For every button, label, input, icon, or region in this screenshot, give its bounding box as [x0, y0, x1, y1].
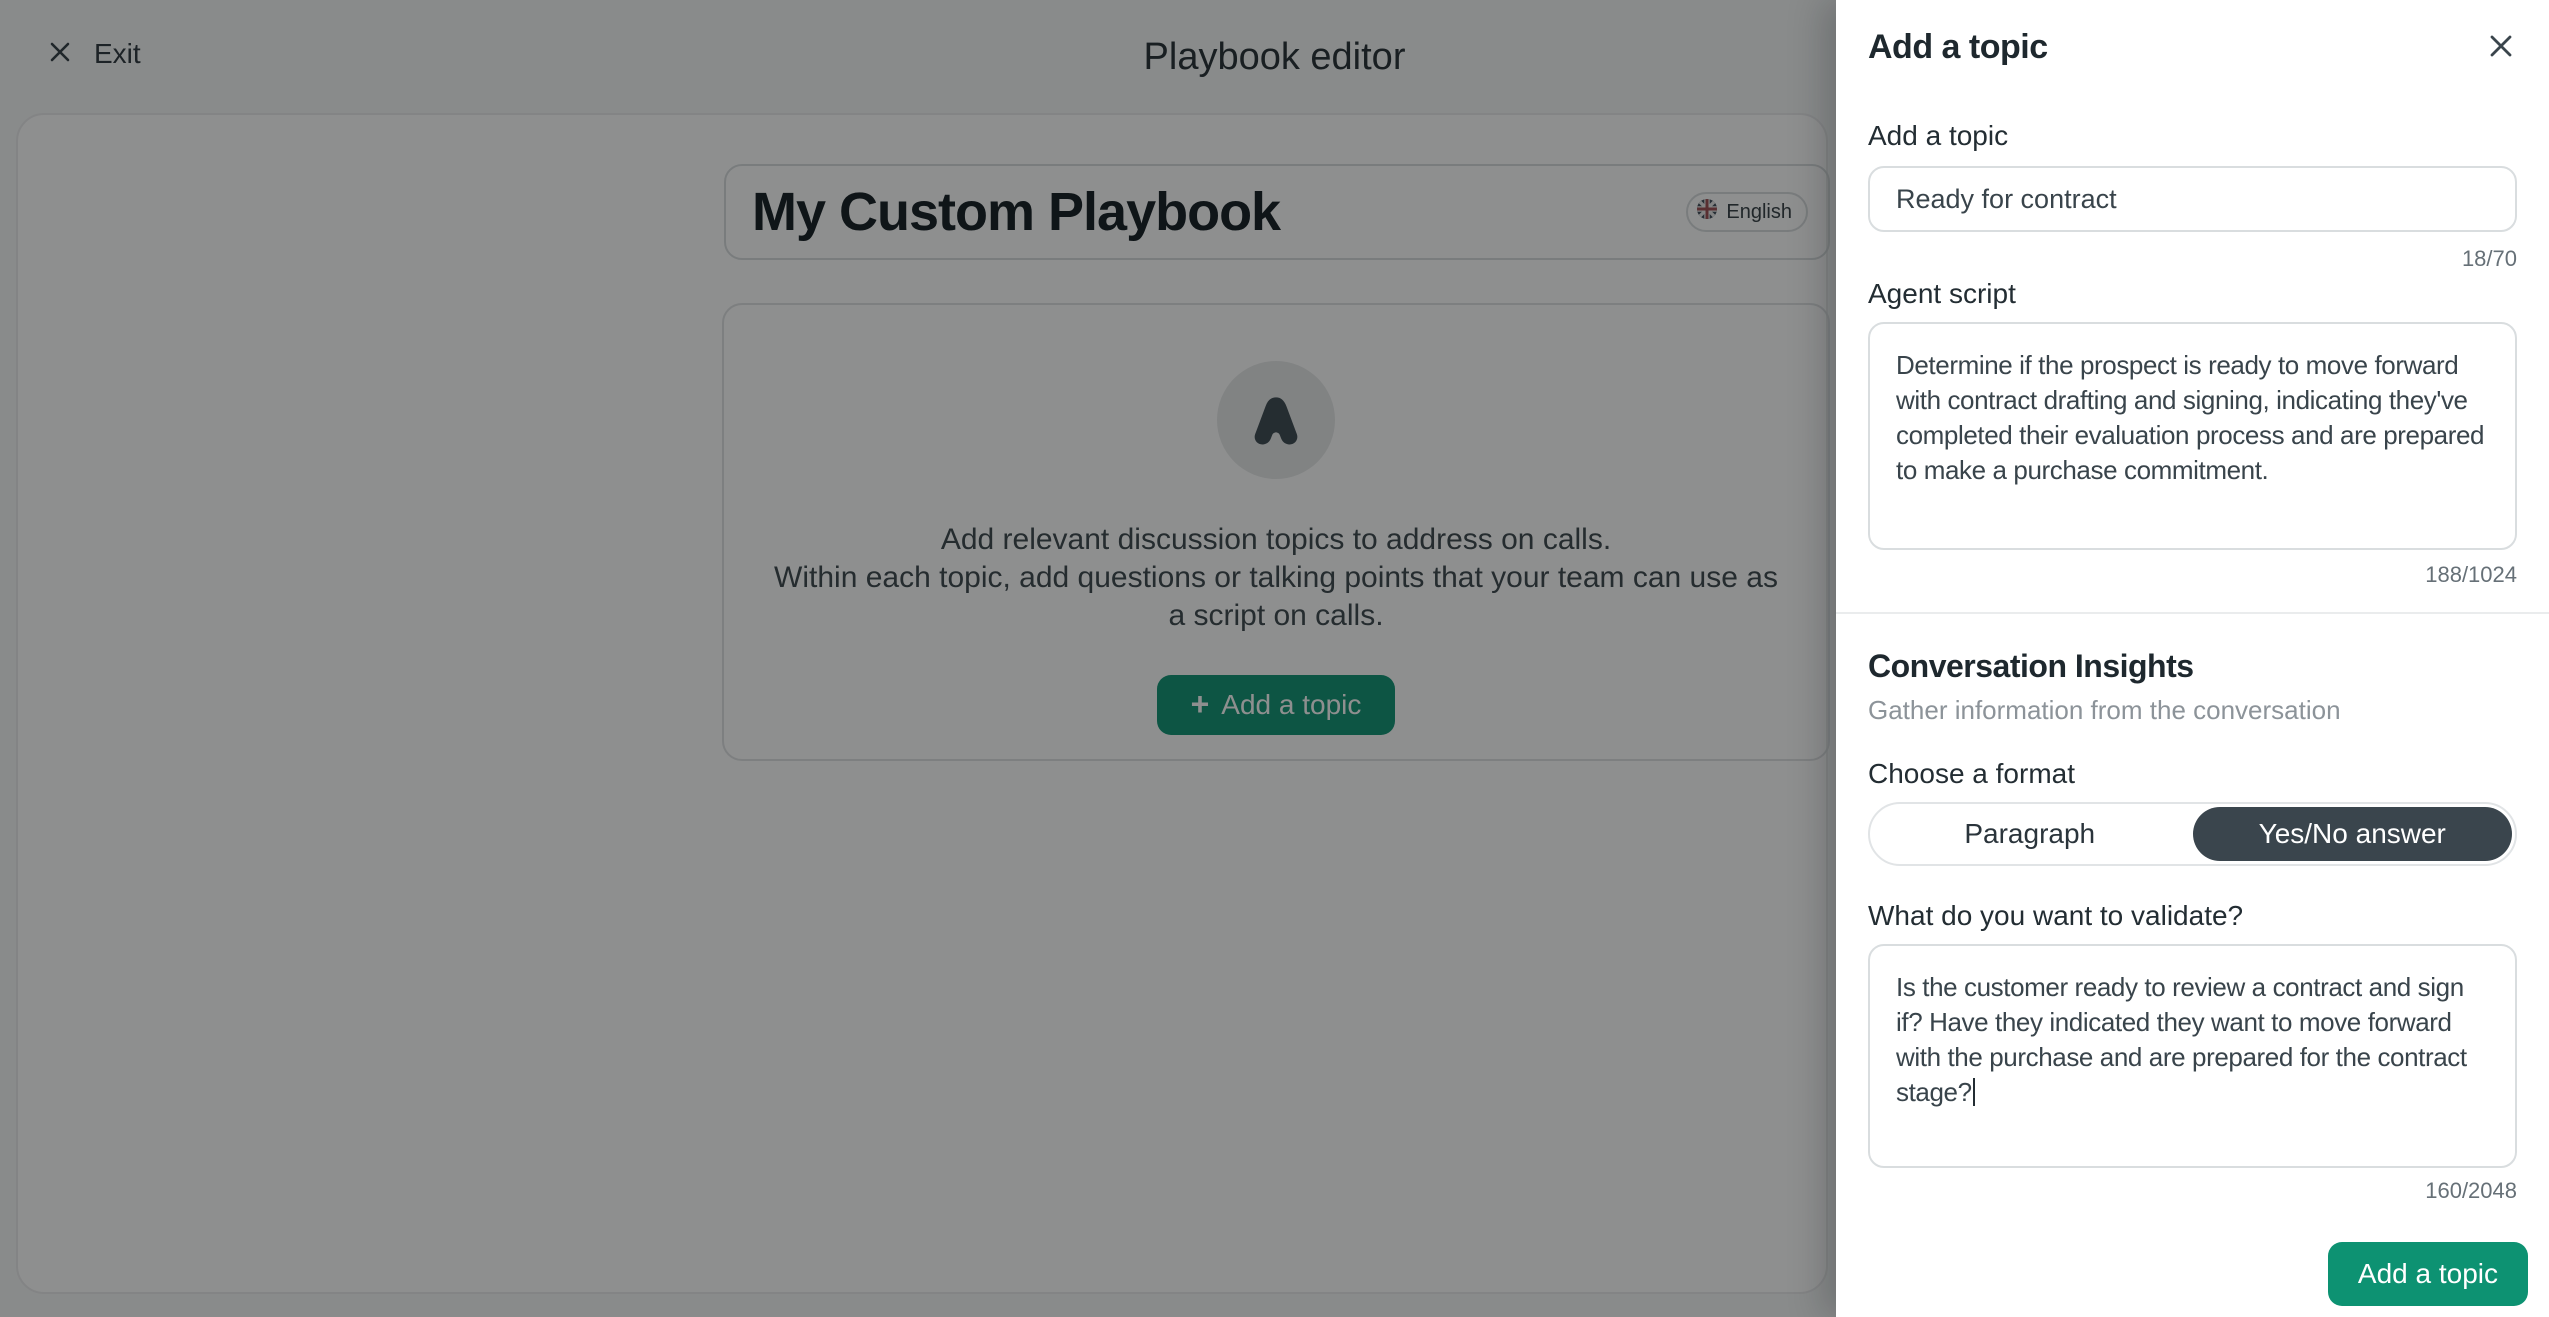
submit-add-topic-label: Add a topic	[2358, 1258, 2498, 1290]
validate-char-counter: 160/2048	[1868, 1178, 2517, 1204]
format-option-paragraph[interactable]: Paragraph	[1870, 804, 2190, 864]
validate-label: What do you want to validate?	[1868, 900, 2517, 932]
format-option-yes-no[interactable]: Yes/No answer	[2193, 807, 2513, 861]
validate-text: Is the customer ready to review a contra…	[1896, 972, 2474, 1107]
agent-script-char-counter: 188/1024	[1868, 562, 2517, 588]
drawer-title: Add a topic	[1868, 28, 2517, 67]
drawer-footer: Add a topic	[2328, 1242, 2528, 1306]
format-label: Choose a format	[1868, 758, 2517, 790]
section-divider	[1836, 612, 2549, 614]
close-button[interactable]	[2479, 24, 2523, 68]
submit-add-topic-button[interactable]: Add a topic	[2328, 1242, 2528, 1306]
agent-script-label: Agent script	[1868, 278, 2517, 310]
drawer-header: Add a topic	[1868, 28, 2517, 68]
topic-field-label: Add a topic	[1868, 120, 2517, 152]
text-cursor	[1973, 1078, 1975, 1106]
format-toggle: Paragraph Yes/No answer	[1868, 802, 2517, 866]
topic-char-counter: 18/70	[1868, 246, 2517, 272]
close-icon	[2486, 31, 2516, 61]
validate-textarea[interactable]: Is the customer ready to review a contra…	[1868, 944, 2517, 1168]
add-topic-drawer: Add a topic Add a topic 18/70 Agent scri…	[1836, 0, 2549, 1317]
topic-input[interactable]	[1868, 166, 2517, 232]
insights-title: Conversation Insights	[1868, 648, 2517, 685]
agent-script-textarea[interactable]: Determine if the prospect is ready to mo…	[1868, 322, 2517, 550]
insights-subtitle: Gather information from the conversation	[1868, 695, 2517, 726]
